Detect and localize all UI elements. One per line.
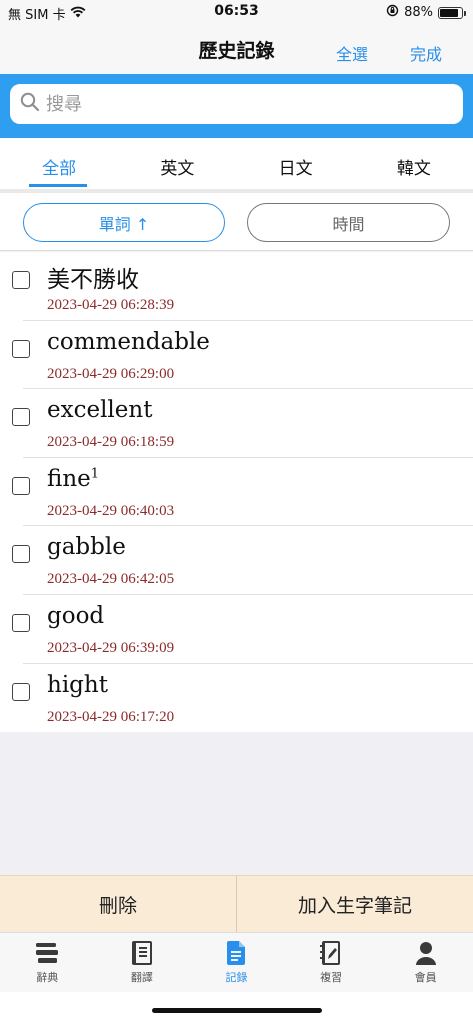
word-text: excellent — [47, 397, 153, 424]
page-title: 歷史記錄 — [198, 40, 275, 62]
timestamp-text: 2023-04-29 06:40:03 — [47, 502, 175, 519]
navigation-bar: 歷史記錄 全選 完成 — [0, 26, 473, 74]
history-row[interactable]: hight 2023-04-29 06:17:20 — [0, 664, 473, 733]
tabbar-label: 複習 — [320, 971, 343, 984]
tab-label: 全部 — [42, 159, 77, 179]
select-all-button[interactable]: 全選 — [336, 41, 368, 65]
bottom-tab-bar: 辭典 翻譯 記錄 複習 會員 — [0, 932, 473, 992]
tab-english[interactable]: 英文 — [118, 138, 236, 190]
timestamp-text: 2023-04-29 06:29:00 — [47, 365, 175, 382]
tab-label: 日文 — [278, 159, 313, 179]
sort-by-word-button[interactable]: 單詞 ↑ — [23, 203, 225, 242]
row-checkbox[interactable] — [12, 613, 30, 632]
search-box[interactable] — [10, 84, 463, 124]
row-checkbox[interactable] — [12, 682, 30, 701]
sort-by-time-button[interactable]: 時間 — [247, 203, 450, 242]
row-checkbox[interactable] — [12, 271, 30, 289]
history-row[interactable]: commendable 2023-04-29 06:29:00 — [0, 321, 473, 390]
home-indicator-area — [0, 992, 473, 1024]
tabbar-item-review[interactable]: 複習 — [284, 933, 379, 992]
tabbar-label: 會員 — [414, 971, 437, 984]
row-checkbox[interactable] — [12, 339, 30, 358]
tabbar-item-member[interactable]: 會員 — [378, 933, 473, 992]
status-bar: 無 SIM 卡 06:53 88% — [0, 0, 473, 26]
tab-japanese[interactable]: 日文 — [237, 138, 355, 190]
dictionary-icon — [34, 939, 60, 967]
battery-icon — [438, 6, 466, 19]
word-text: hight — [47, 671, 108, 698]
tab-all[interactable]: 全部 — [0, 138, 118, 190]
battery-level — [440, 8, 459, 17]
language-tabs: 全部 英文 日文 韓文 — [0, 138, 473, 190]
history-row[interactable]: gabble 2023-04-29 06:42:05 — [0, 526, 473, 595]
history-row[interactable]: 美不勝收 2023-04-29 06:28:39 — [0, 252, 473, 321]
tabbar-item-dictionary[interactable]: 辭典 — [0, 933, 95, 992]
word-text: fine1 — [47, 465, 100, 492]
word-text: 美不勝收 — [47, 267, 139, 293]
search-input[interactable] — [46, 93, 446, 115]
member-icon — [413, 939, 439, 967]
timestamp-text: 2023-04-29 06:39:09 — [47, 639, 175, 656]
history-icon — [223, 939, 249, 967]
battery-percent: 88% — [404, 5, 433, 20]
word-text: good — [47, 602, 105, 629]
row-checkbox[interactable] — [12, 408, 30, 427]
translate-icon — [129, 939, 155, 967]
timestamp-text: 2023-04-29 06:28:39 — [47, 297, 175, 313]
action-bar: 刪除 加入生字筆記 — [0, 875, 473, 932]
timestamp-text: 2023-04-29 06:17:20 — [47, 708, 175, 725]
word-text: gabble — [47, 534, 126, 561]
history-row[interactable]: excellent 2023-04-29 06:18:59 — [0, 389, 473, 458]
homograph-number: 1 — [90, 466, 100, 482]
tab-label: 韓文 — [396, 159, 431, 179]
row-checkbox[interactable] — [12, 476, 30, 495]
home-indicator[interactable] — [152, 1008, 322, 1013]
tabbar-item-history[interactable]: 記錄 — [189, 933, 284, 992]
timestamp-text: 2023-04-29 06:18:59 — [47, 434, 175, 451]
search-bar-container — [0, 74, 473, 138]
done-button[interactable]: 完成 — [410, 41, 442, 65]
word-text: commendable — [47, 328, 210, 355]
tab-korean[interactable]: 韓文 — [355, 138, 473, 190]
tabbar-item-translate[interactable]: 翻譯 — [95, 933, 190, 992]
tabbar-label: 翻譯 — [130, 971, 153, 984]
sort-controls: 單詞 ↑ 時間 — [0, 193, 473, 251]
history-list: 美不勝收 2023-04-29 06:28:39 commendable 2023-0… — [0, 252, 473, 733]
tabbar-label: 辭典 — [36, 971, 59, 984]
orientation-lock-icon — [386, 4, 399, 21]
active-tab-indicator — [29, 184, 87, 187]
row-checkbox[interactable] — [12, 545, 30, 564]
history-row[interactable]: fine1 2023-04-29 06:40:03 — [0, 458, 473, 527]
tabbar-label: 記錄 — [225, 971, 248, 984]
review-icon — [318, 939, 344, 967]
delete-button[interactable]: 刪除 — [0, 876, 236, 932]
add-to-notebook-button[interactable]: 加入生字筆記 — [236, 876, 473, 932]
history-row[interactable]: good 2023-04-29 06:39:09 — [0, 595, 473, 664]
timestamp-text: 2023-04-29 06:42:05 — [47, 571, 175, 588]
tab-label: 英文 — [160, 159, 195, 179]
search-icon — [20, 92, 40, 116]
